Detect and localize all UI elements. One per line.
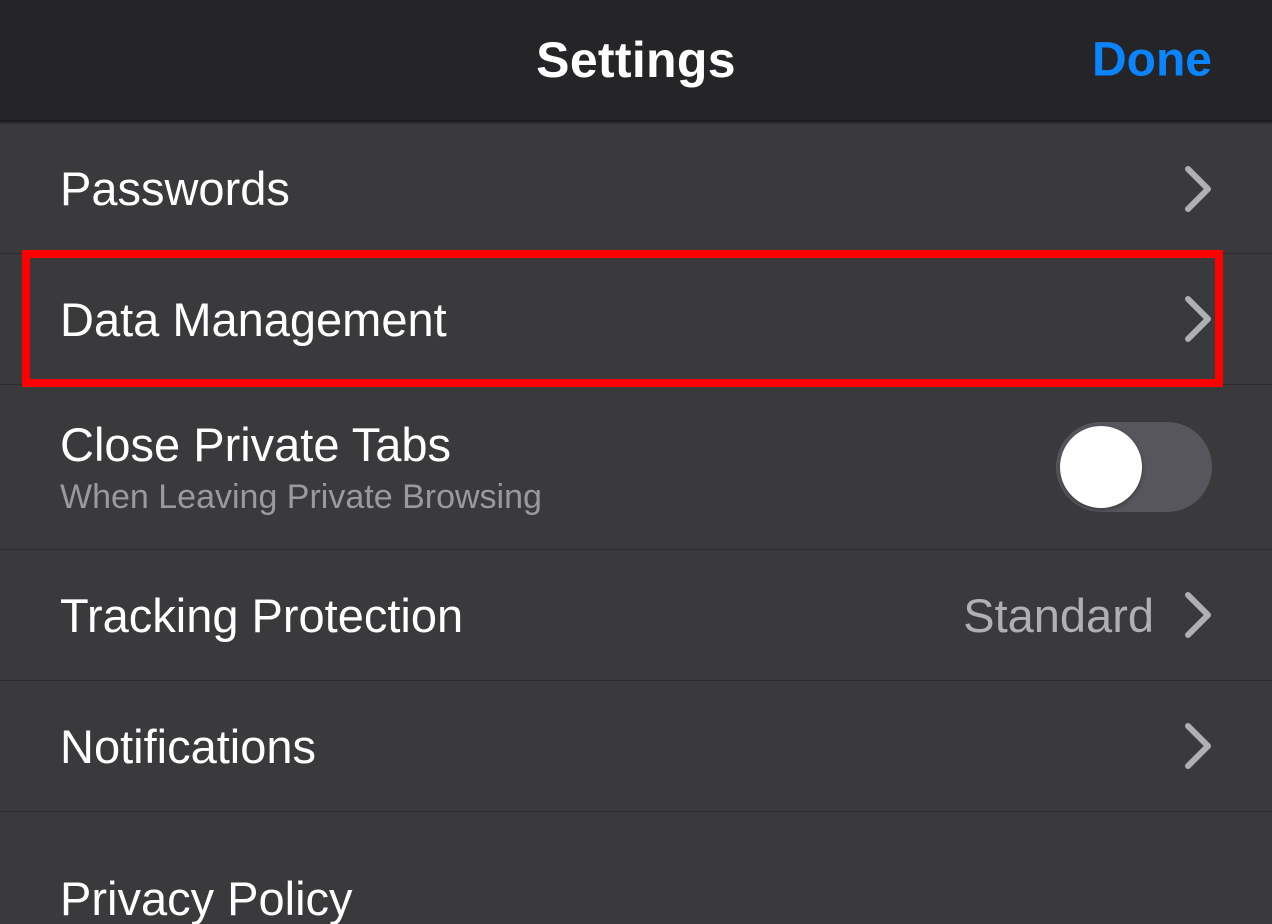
row-data-management[interactable]: Data Management <box>0 253 1272 384</box>
chevron-right-icon <box>1184 722 1212 770</box>
done-button[interactable]: Done <box>1092 33 1212 88</box>
row-close-private-tabs: Close Private Tabs When Leaving Private … <box>0 384 1272 549</box>
chevron-right-icon <box>1184 591 1212 639</box>
row-privacy-policy[interactable]: Privacy Policy <box>0 811 1272 924</box>
page-title: Settings <box>536 31 736 89</box>
row-passwords[interactable]: Passwords <box>0 122 1272 253</box>
chevron-right-icon <box>1184 295 1212 343</box>
label-privacy-policy: Privacy Policy <box>60 871 353 924</box>
subtitle-close-private-tabs: When Leaving Private Browsing <box>60 478 542 517</box>
toggle-knob <box>1060 426 1142 508</box>
row-notifications[interactable]: Notifications <box>0 680 1272 811</box>
header-bar: Settings Done <box>0 0 1272 120</box>
label-passwords: Passwords <box>60 161 290 216</box>
label-close-private-tabs: Close Private Tabs <box>60 417 542 472</box>
row-tracking-protection[interactable]: Tracking Protection Standard <box>0 549 1272 680</box>
value-tracking-protection: Standard <box>963 588 1154 643</box>
label-data-management: Data Management <box>60 292 447 347</box>
toggle-close-private-tabs[interactable] <box>1056 422 1212 512</box>
settings-list: Passwords Data Management Close Private … <box>0 122 1272 924</box>
chevron-right-icon <box>1184 165 1212 213</box>
label-notifications: Notifications <box>60 719 316 774</box>
label-tracking-protection: Tracking Protection <box>60 588 463 643</box>
